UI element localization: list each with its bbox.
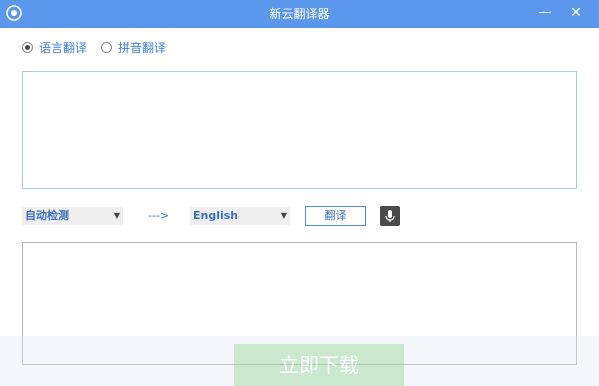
download-banner-button[interactable]: 立即下载	[234, 344, 404, 386]
source-language-value: 自动检测	[25, 209, 69, 222]
chevron-down-icon: ▼	[113, 211, 120, 220]
chevron-down-icon: ▼	[280, 211, 287, 220]
window-title: 新云翻译器	[269, 7, 330, 21]
microphone-icon	[385, 210, 395, 222]
mode-pinyin-radio[interactable]: 拼音翻译	[101, 39, 166, 56]
source-language-select[interactable]: 自动检测 ▼	[22, 207, 123, 225]
mode-selector: 语言翻译 拼音翻译	[22, 38, 180, 56]
target-language-value: English	[193, 209, 239, 222]
voice-input-button[interactable]	[380, 206, 400, 226]
title-bar: 新云翻译器 — ✕	[0, 0, 599, 28]
mode-language-label: 语言翻译	[39, 40, 88, 55]
minimize-button[interactable]: —	[531, 0, 559, 28]
minimize-icon: —	[538, 5, 552, 20]
mode-pinyin-label: 拼音翻译	[118, 40, 167, 55]
direction-arrow: --->	[148, 209, 170, 222]
target-language-select[interactable]: English ▼	[190, 207, 290, 225]
radio-checked-icon	[22, 41, 33, 53]
translate-button[interactable]: 翻译	[305, 206, 366, 226]
close-button[interactable]: ✕	[562, 0, 590, 28]
close-icon: ✕	[570, 5, 582, 21]
source-text-area[interactable]	[22, 71, 577, 189]
radio-unchecked-icon	[101, 41, 113, 53]
mode-language-radio[interactable]: 语言翻译	[22, 39, 87, 56]
